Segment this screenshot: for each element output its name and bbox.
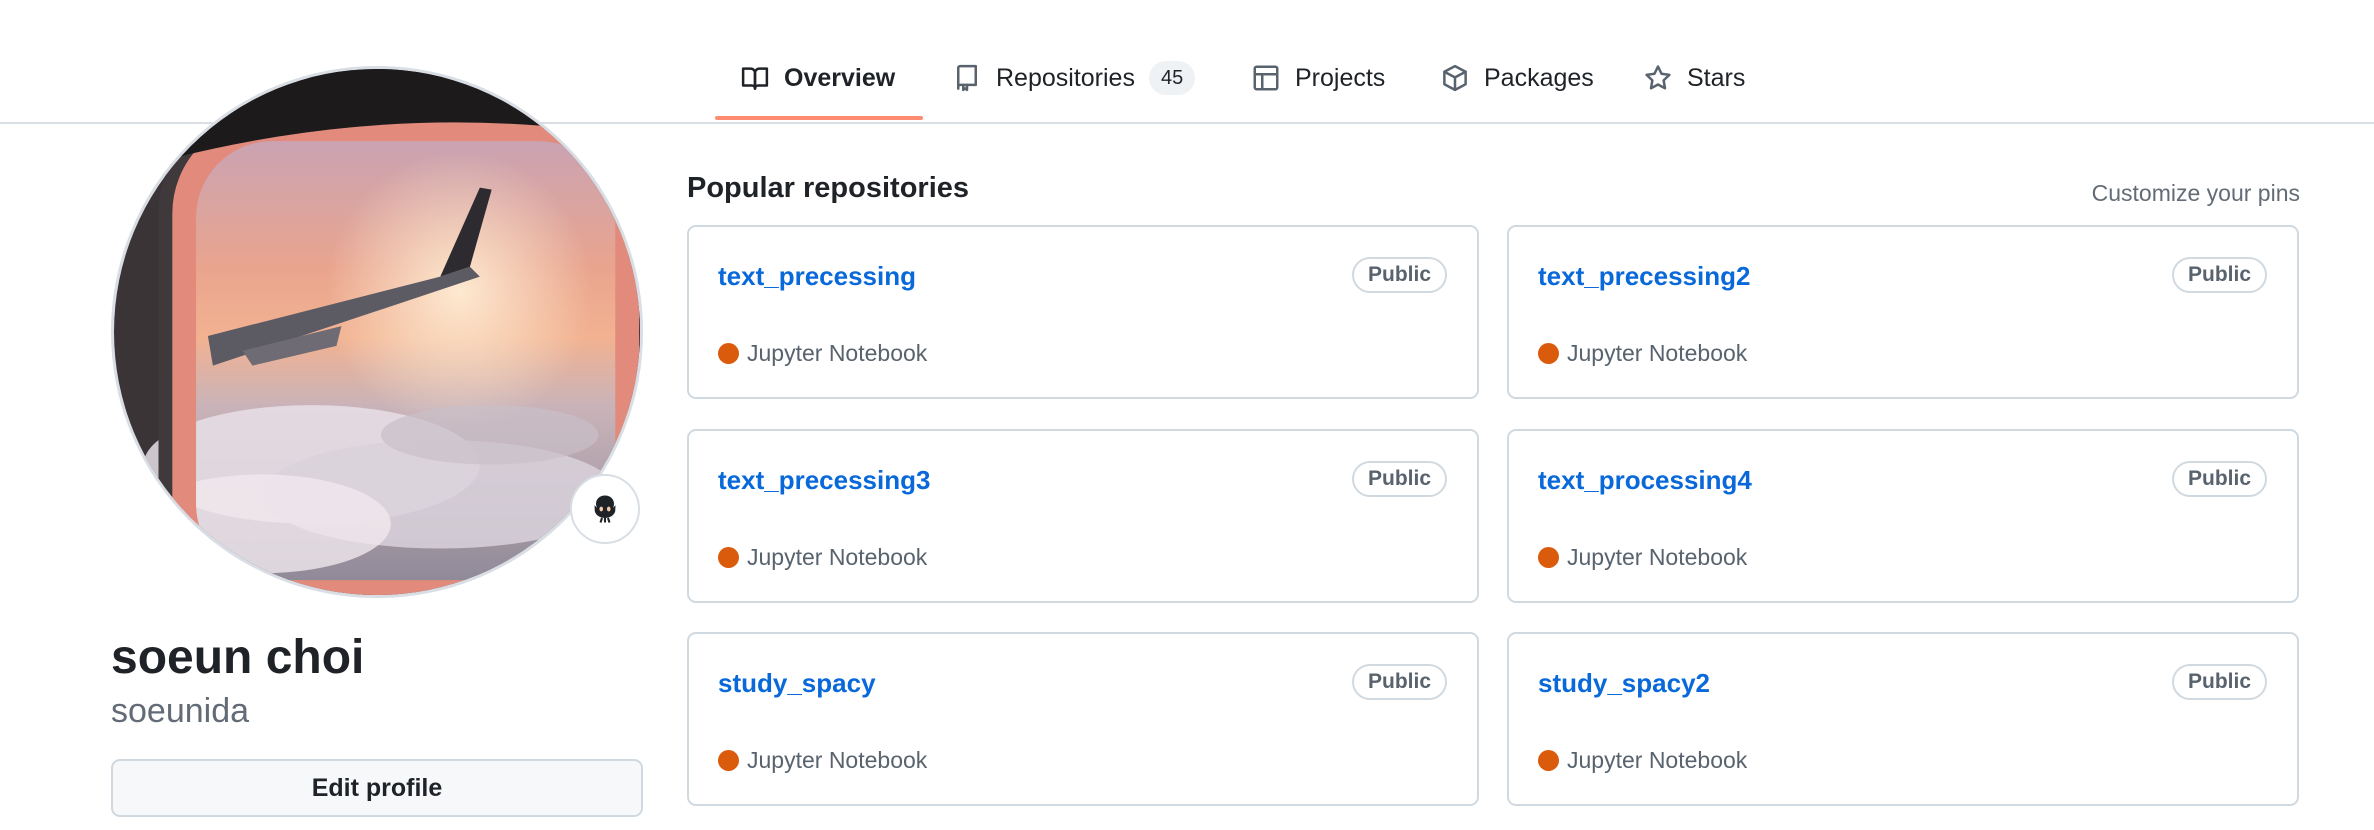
tab-repositories-label: Repositories — [996, 63, 1135, 92]
profile-username: soeunida — [111, 692, 250, 730]
repo-language: Jupyter Notebook — [1538, 340, 1747, 367]
repo-name-link[interactable]: text_precessing — [718, 261, 916, 292]
edit-profile-button[interactable]: Edit profile — [111, 759, 643, 817]
language-label: Jupyter Notebook — [747, 747, 928, 773]
repo-language: Jupyter Notebook — [718, 340, 927, 367]
tab-overview[interactable]: Overview — [740, 44, 895, 112]
visibility-badge: Public — [2171, 257, 2267, 293]
language-color-dot — [1538, 343, 1559, 364]
customize-pins-link[interactable]: Customize your pins — [2092, 180, 2300, 207]
language-label: Jupyter Notebook — [747, 544, 928, 570]
language-color-dot — [1538, 750, 1559, 771]
repo-card: text_processing4 Public Jupyter Notebook — [1507, 429, 2299, 603]
visibility-badge: Public — [1351, 664, 1447, 700]
language-label: Jupyter Notebook — [1567, 340, 1748, 366]
repo-name-link[interactable]: study_spacy2 — [1538, 668, 1710, 699]
repo-name-link[interactable]: text_precessing2 — [1538, 261, 1750, 292]
repo-card: text_precessing2 Public Jupyter Notebook — [1507, 225, 2299, 399]
tab-overview-label: Overview — [784, 63, 896, 92]
language-color-dot — [718, 750, 739, 771]
repo-name-link[interactable]: study_spacy — [718, 668, 876, 699]
visibility-badge: Public — [2171, 461, 2267, 497]
tab-packages[interactable]: Packages — [1440, 44, 1594, 112]
octocat-icon — [594, 495, 616, 523]
active-tab-indicator — [715, 116, 923, 120]
language-label: Jupyter Notebook — [1567, 747, 1748, 773]
table-icon — [1253, 65, 1279, 91]
visibility-badge: Public — [1351, 257, 1447, 293]
language-color-dot — [718, 343, 739, 364]
visibility-badge: Public — [1351, 461, 1447, 497]
tab-repositories[interactable]: Repositories 45 — [952, 44, 1196, 112]
language-color-dot — [718, 547, 739, 568]
repo-language: Jupyter Notebook — [1538, 544, 1747, 571]
package-icon — [1443, 64, 1467, 92]
profile-full-name: soeun choi — [111, 631, 365, 684]
popular-repositories-title: Popular repositories — [687, 172, 970, 204]
tab-projects[interactable]: Projects — [1251, 44, 1385, 112]
language-label: Jupyter Notebook — [747, 340, 928, 366]
repo-card: text_precessing Public Jupyter Notebook — [687, 225, 1479, 399]
book-icon — [741, 67, 769, 90]
repo-name-link[interactable]: text_processing4 — [1538, 465, 1752, 496]
language-color-dot — [1538, 547, 1559, 568]
tab-stars[interactable]: Stars — [1643, 44, 1745, 112]
repo-language: Jupyter Notebook — [718, 747, 927, 774]
status-emoji-button[interactable] — [570, 474, 640, 544]
avatar[interactable] — [111, 66, 643, 598]
avatar-photo — [114, 69, 640, 595]
star-icon — [1645, 65, 1671, 90]
tab-projects-label: Projects — [1295, 63, 1386, 92]
language-label: Jupyter Notebook — [1567, 544, 1748, 570]
visibility-badge: Public — [2171, 664, 2267, 700]
repositories-count-badge: 45 — [1148, 61, 1196, 95]
repo-icon — [957, 64, 977, 92]
profile-page: Overview Repositories 45 Projects Packag… — [0, 0, 2374, 830]
repo-name-link[interactable]: text_precessing3 — [718, 465, 930, 496]
repo-card: study_spacy Public Jupyter Notebook — [687, 632, 1479, 806]
repo-card: text_precessing3 Public Jupyter Notebook — [687, 429, 1479, 603]
repo-card: study_spacy2 Public Jupyter Notebook — [1507, 632, 2299, 806]
repo-language: Jupyter Notebook — [1538, 747, 1747, 774]
tab-stars-label: Stars — [1687, 63, 1746, 92]
tab-packages-label: Packages — [1484, 63, 1594, 92]
repo-language: Jupyter Notebook — [718, 544, 927, 571]
